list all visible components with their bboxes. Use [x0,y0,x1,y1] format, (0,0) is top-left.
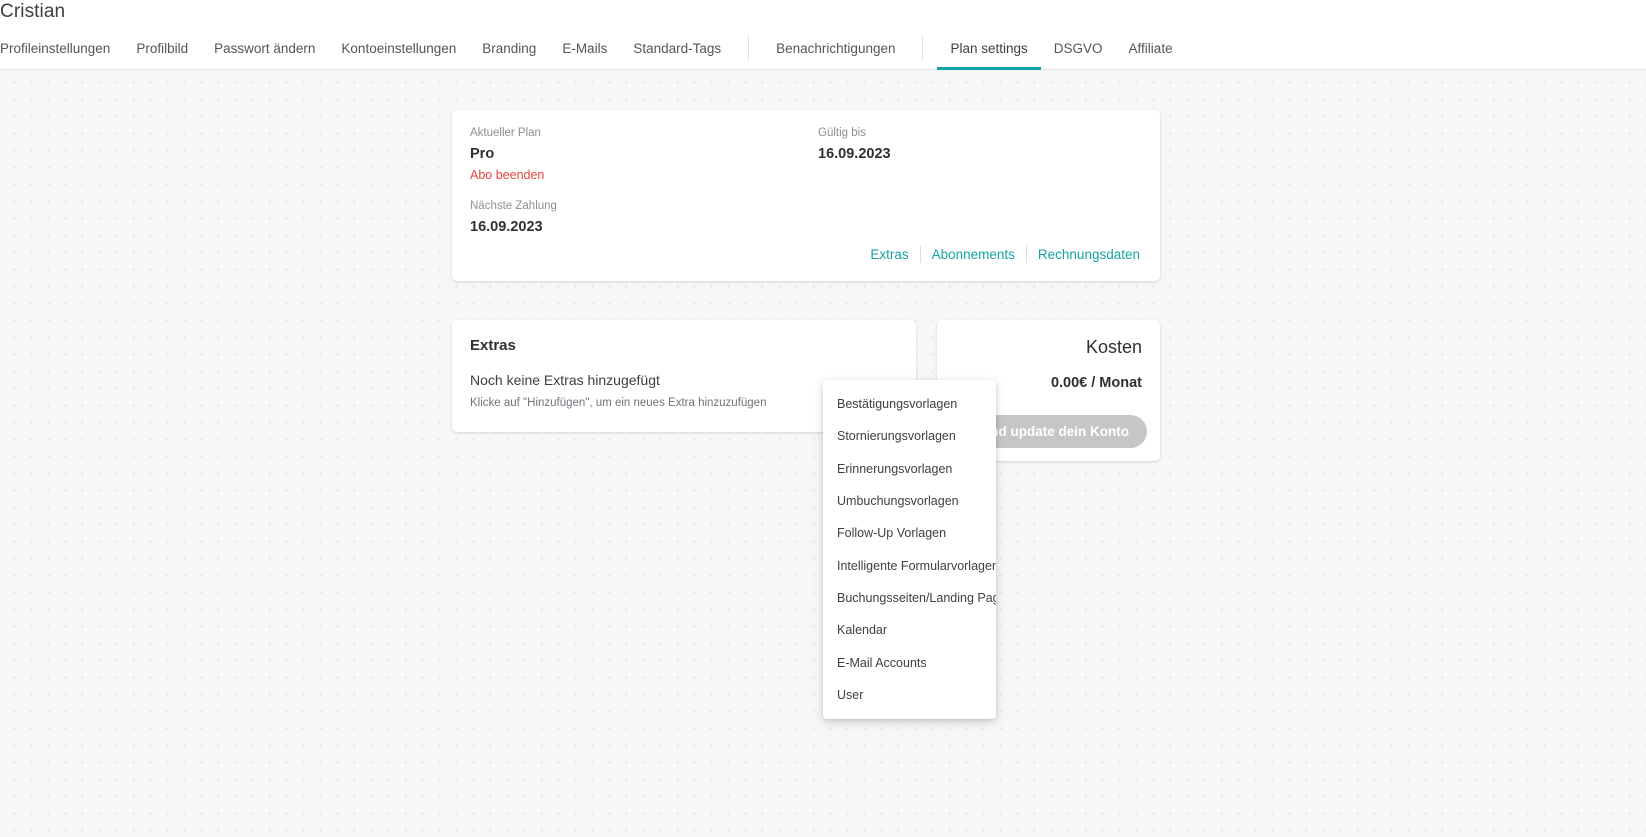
current-plan-value: Pro [470,146,495,162]
tab-affiliate[interactable]: Affiliate [1116,30,1186,70]
page-title: Cristian [0,1,66,22]
plan-details-grid: Aktueller Plan Pro Abo beenden Nächste Z… [470,123,1178,249]
tab-profileinstellungen[interactable]: Profileinstellungen [0,30,123,70]
next-payment-value: 16.09.2023 [470,219,543,235]
tab-profilbild[interactable]: Profilbild [123,30,201,70]
tab-branding[interactable]: Branding [469,30,549,70]
plan-card-actions: Extras Abonnements Rechnungsdaten [859,245,1140,263]
current-plan-field: Aktueller Plan Pro Abo beenden [470,123,818,185]
valid-until-value: 16.09.2023 [818,146,891,162]
kosten-amount-value: 0.00€ / Monat [1050,375,1142,391]
menu-item-follow-up-vorlagen[interactable]: Follow-Up Vorlagen [823,517,996,549]
menu-item-intelligente-formularvorlagen[interactable]: Intelligente Formularvorlagen [823,549,996,581]
menu-item-buchungsseiten-landing-pages[interactable]: Buchungsseiten/Landing Pages [823,582,996,614]
menu-item-stornierungsvorlagen[interactable]: Stornierungsvorlagen [823,420,996,452]
plan-details-right-column: Gültig bis 16.09.2023 [818,123,1118,249]
menu-item-kalendar[interactable]: Kalendar [823,614,996,646]
menu-item-bestaetigungsvorlagen[interactable]: Bestätigungsvorlagen [823,388,996,420]
menu-item-erinnerungsvorlagen[interactable]: Erinnerungsvorlagen [823,453,996,485]
tab-passwort-aendern[interactable]: Passwort ändern [201,30,328,70]
link-extras[interactable]: Extras [859,247,919,262]
extras-empty-message: Noch keine Extras hinzugefügt [470,372,660,388]
tab-group-divider-2 [922,36,924,60]
tab-kontoeinstellungen[interactable]: Kontoeinstellungen [328,30,469,70]
link-rechnungsdaten[interactable]: Rechnungsdaten [1027,247,1140,262]
settings-tab-bar: Profileinstellungen Profilbild Passwort … [0,30,1186,70]
tab-plan-settings[interactable]: Plan settings [937,30,1041,70]
link-abonnements[interactable]: Abonnements [921,247,1026,262]
extras-card-title: Extras [470,337,516,354]
tab-standard-tags[interactable]: Standard-Tags [620,30,734,70]
tab-benachrichtigungen[interactable]: Benachrichtigungen [763,30,908,70]
current-plan-label: Aktueller Plan [470,127,541,139]
menu-item-umbuchungsvorlagen[interactable]: Umbuchungsvorlagen [823,485,996,517]
tab-group-divider-1 [748,36,750,60]
next-payment-field: Nächste Zahlung 16.09.2023 [470,196,818,238]
tab-dsgvo[interactable]: DSGVO [1041,30,1116,70]
kosten-card-title: Kosten [1085,337,1142,357]
extras-dropdown-menu: Bestätigungsvorlagen Stornierungsvorlage… [823,380,996,719]
extras-hint-message: Klicke auf "Hinzufügen", um ein neues Ex… [470,397,767,409]
tab-emails[interactable]: E-Mails [549,30,620,70]
valid-until-field: Gültig bis 16.09.2023 [818,123,1118,165]
app-header: Cristian Profileinstellungen Profilbild … [0,0,1646,70]
menu-item-email-accounts[interactable]: E-Mail Accounts [823,646,996,678]
plan-summary-card: Aktueller Plan Pro Abo beenden Nächste Z… [452,110,1160,281]
plan-details-left-column: Aktueller Plan Pro Abo beenden Nächste Z… [470,123,818,249]
next-payment-label: Nächste Zahlung [470,200,557,212]
menu-item-user[interactable]: User [823,679,996,711]
valid-until-label: Gültig bis [818,127,866,139]
cancel-subscription-link[interactable]: Abo beenden [470,165,544,185]
